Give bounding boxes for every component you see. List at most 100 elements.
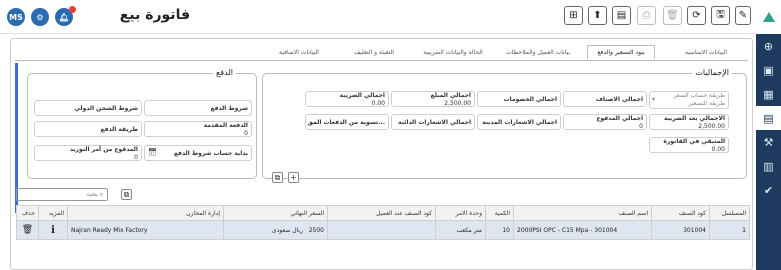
delete-cell[interactable]: 🗑: [16, 220, 39, 240]
settings-gear-icon[interactable]: ⚙: [31, 8, 49, 26]
final-price-cell[interactable]: 2500 ريال سعودى: [223, 220, 328, 240]
paid-from-po-field[interactable]: المدفوع من أمر التوريد 0: [34, 145, 142, 161]
debit-notes-label: اجمالي الاشعارات المدينة: [482, 119, 557, 126]
notification-badge: [69, 6, 76, 13]
app-logo[interactable]: [756, 0, 781, 34]
price-method-text: طريقة التسعير: [688, 100, 725, 107]
paid-from-po-label: المدفوع من أمر التوريد: [69, 146, 138, 153]
payment-terms-select[interactable]: شروط الدفع: [144, 100, 252, 116]
more-cell[interactable]: i: [38, 220, 68, 240]
credit-notes-field: اجمالي الاشعارات الدائنة: [391, 114, 475, 130]
edit-button[interactable]: ✎: [735, 6, 751, 25]
price-account-text: طريقة حساب السعر: [673, 92, 725, 99]
column-header[interactable]: الكمية: [485, 205, 514, 221]
sidebar-item-documents[interactable]: ▣: [756, 58, 781, 82]
terms-start-date-field[interactable]: بداية حساب شروط الدفع: [144, 145, 252, 161]
advance-field[interactable]: الدفعة المقدمة 0: [144, 121, 252, 137]
item-code-cell[interactable]: 301004: [651, 220, 710, 240]
column-header[interactable]: السعر النهائي: [223, 205, 328, 221]
discounts-total-label: اجمالي الخصومات: [503, 96, 557, 103]
tab-customer-notes[interactable]: بيانات العميل والملاحظات: [496, 45, 580, 60]
new-record-button[interactable]: ⊞: [564, 6, 583, 25]
payment-section: الدفع شروط الدفع شروط الشحن الدولي الدفع…: [27, 68, 257, 179]
paid-total-value: 0: [639, 123, 643, 130]
sidebar-item-add[interactable]: ⊕: [756, 34, 781, 58]
tab-basic-data[interactable]: البيانات الاساسية: [666, 45, 746, 60]
print-icon: ⎙: [642, 10, 651, 21]
print-button[interactable]: ⎙: [637, 6, 656, 25]
sidebar-item-invoices[interactable]: ▤: [756, 106, 781, 130]
info-icon[interactable]: i: [51, 225, 55, 236]
inventory-icon: ▦: [763, 87, 774, 101]
amount-total-field: اجمالي المبلغ 2,500.00: [391, 91, 475, 107]
refresh-icon: ⟳: [692, 10, 701, 21]
notifications-bell-icon[interactable]: 🔔︎: [55, 6, 76, 26]
calendar-icon[interactable]: 📅︎: [148, 148, 157, 156]
after-tax-label: الاجمالي بعد الضريبة: [663, 115, 725, 122]
tools-icon: ⚒: [763, 135, 774, 149]
debit-notes-field: اجمالي الاشعارات المدينة: [477, 114, 561, 130]
remaining-label: المتبقي في الفاتورة: [663, 138, 725, 145]
delete-button[interactable]: 🗑: [663, 6, 682, 25]
tab-packaging[interactable]: التعبئة و التغليف: [341, 45, 407, 60]
copy-icon: ⧉: [274, 173, 281, 182]
top-bar: MS ⚙ 🔔︎ فاتورة بيع ⊞ ⬆ ▤ ⎙ 🗑 ⟳ 🖫 ✎: [0, 0, 756, 34]
column-header[interactable]: كود الصنف: [651, 205, 710, 221]
after-tax-value: 2,500.00: [698, 123, 725, 130]
payment-method-select[interactable]: طريقة الدفع: [34, 121, 142, 137]
paid-from-po-value: 0: [134, 154, 138, 161]
quantity-cell[interactable]: 10: [485, 220, 514, 240]
column-header[interactable]: إدارة المخازن: [67, 205, 224, 221]
column-header[interactable]: المزيد: [38, 205, 68, 221]
grid-options-button[interactable]: ⧉: [121, 189, 132, 200]
tab-divider: [15, 60, 748, 61]
card-button[interactable]: ▤: [612, 6, 631, 25]
column-header[interactable]: كود الصنف عند العميل: [327, 205, 436, 221]
trash-icon[interactable]: 🗑: [22, 225, 33, 235]
customer-code-cell[interactable]: [327, 220, 436, 240]
copy-row-button[interactable]: ⧉: [272, 172, 283, 183]
column-header[interactable]: اسم الصنف: [513, 205, 652, 221]
sidebar-item-approvals[interactable]: ✔: [756, 178, 781, 202]
tab-pricing-payment[interactable]: بنود التسعير والدفع: [587, 45, 655, 60]
advance-value: 0: [244, 130, 248, 137]
settlement-field[interactable]: تسوية من الدفعات المق...: [305, 114, 389, 130]
advance-label: الدفعة المقدمة: [203, 122, 248, 129]
items-total-label: اجمالي الاصناف: [595, 96, 643, 103]
currency-label: ريال سعودى: [271, 226, 303, 234]
warehouse-cell[interactable]: Najran Ready Mix Factory: [67, 220, 224, 240]
documents-icon: ▣: [763, 63, 774, 77]
sidebar-item-tools[interactable]: ⚒: [756, 130, 781, 154]
save-button[interactable]: 🖫: [711, 6, 730, 25]
sidebar-item-inventory[interactable]: ▦: [756, 82, 781, 106]
right-sidebar: ⊕ ▣ ▦ ▤ ⚒ ▥ ✔: [756, 0, 781, 270]
amount-total-value: 2,500.00: [444, 100, 471, 107]
shipping-terms-select[interactable]: شروط الشحن الدولي: [34, 100, 142, 116]
items-total-field: اجمالي الاصناف: [563, 91, 647, 107]
column-header[interactable]: حذف: [16, 205, 39, 221]
plus-icon: +: [290, 173, 297, 182]
table-search-input[interactable]: بحث ⌕: [16, 188, 108, 201]
tax-total-value: 0.00: [371, 100, 385, 107]
export-button[interactable]: ⬆: [588, 6, 607, 25]
invoices-icon: ▤: [763, 111, 774, 125]
tab-additional-data[interactable]: البيانات الاضافية: [261, 45, 337, 60]
tab-status-tax[interactable]: الحالة والبيانات الضريبية: [411, 45, 495, 60]
copy-icon: ⧉: [123, 190, 130, 199]
totals-section: الإجماليات طريقة حساب السعر طريقة التسعي…: [262, 68, 747, 179]
search-placeholder: بحث: [86, 191, 98, 198]
refresh-button[interactable]: ⟳: [687, 6, 706, 25]
price-account-method-select[interactable]: طريقة حساب السعر طريقة التسعير: [649, 91, 729, 109]
column-header[interactable]: المسلسل: [709, 205, 750, 221]
sidebar-item-factory[interactable]: ▥: [756, 154, 781, 178]
column-header[interactable]: وحدة الامر: [435, 205, 486, 221]
paid-total-label: اجمالي المدفوع: [596, 115, 643, 122]
item-name-cell[interactable]: 2000PSI OPC - C15 Mpa - 301004: [513, 220, 652, 240]
table-row[interactable]: 1 301004 2000PSI OPC - C15 Mpa - 301004 …: [16, 220, 750, 240]
user-avatar[interactable]: MS: [7, 8, 25, 26]
add-row-button[interactable]: +: [288, 172, 299, 183]
paid-total-field: اجمالي المدفوع 0: [563, 114, 647, 130]
discounts-total-field: اجمالي الخصومات: [477, 91, 561, 107]
unit-cell[interactable]: متر مكعب: [435, 220, 486, 240]
search-icon: ⌕: [99, 191, 103, 198]
